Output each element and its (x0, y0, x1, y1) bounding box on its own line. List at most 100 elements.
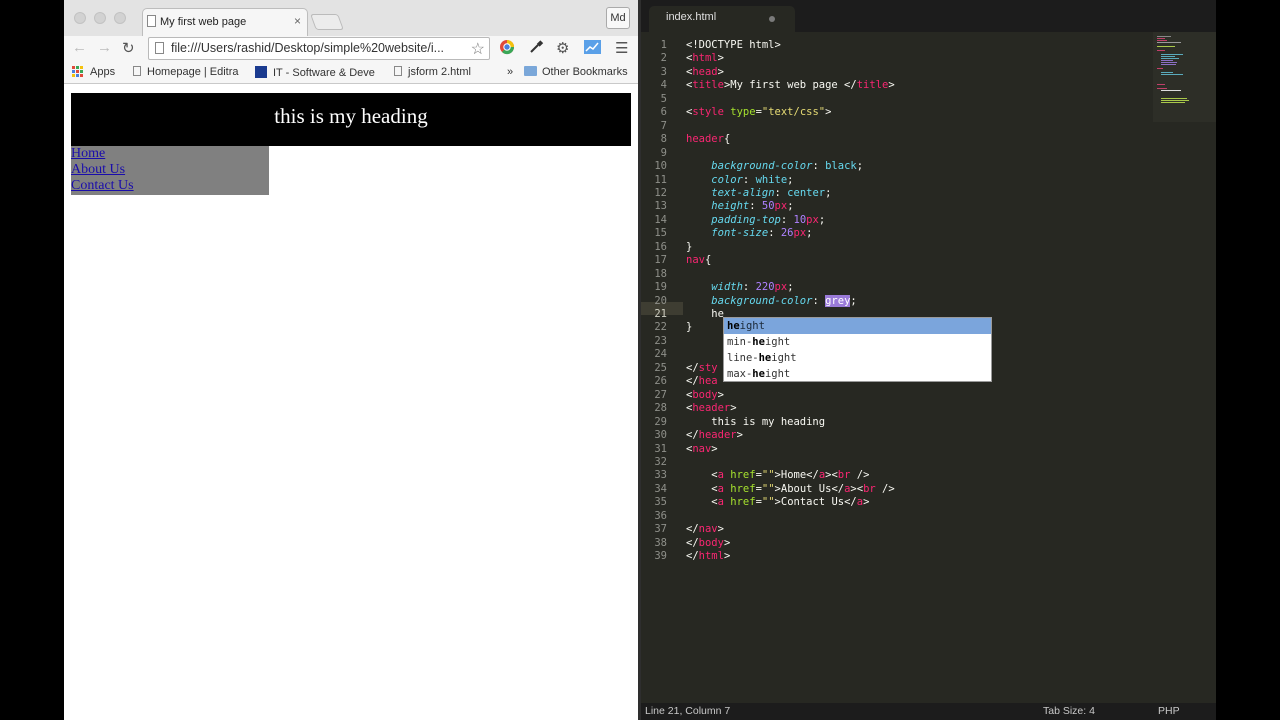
line-number: 28 (654, 402, 667, 415)
line-number: 33 (654, 469, 667, 482)
code-line[interactable]: <a href="">About Us</a><br /> (686, 483, 894, 495)
code-line[interactable]: } (686, 241, 692, 253)
code-line[interactable]: color: white; (686, 174, 793, 186)
code-line[interactable]: font-size: 26px; (686, 227, 812, 239)
page-heading: this is my heading (71, 93, 631, 146)
line-number: 8 (660, 133, 667, 146)
tab-close-icon[interactable]: × (294, 14, 301, 28)
line-number: 12 (654, 186, 667, 199)
minimize-window-button[interactable] (94, 12, 106, 24)
line-number: 14 (654, 213, 667, 226)
code-line[interactable]: background-color: grey; (686, 294, 857, 307)
line-number: 17 (654, 254, 667, 267)
line-number: 7 (660, 119, 667, 132)
nav-link-about-us[interactable]: About Us (71, 162, 269, 178)
line-number: 24 (654, 348, 667, 361)
syntax-selector[interactable]: PHP (1158, 705, 1180, 717)
editor-tab-name: index.html (666, 11, 717, 23)
code-line[interactable]: </nav> (686, 523, 724, 535)
nav-link-contact-us[interactable]: Contact Us (71, 178, 269, 194)
bookmark-homepage-editra[interactable]: Homepage | Editra (133, 66, 239, 78)
code-line[interactable]: <a href="">Home</a><br /> (686, 469, 869, 481)
code-line[interactable]: <style type="text/css"> (686, 106, 831, 118)
code-line[interactable]: this is my heading (686, 416, 825, 428)
bookmarks-overflow-button[interactable]: » (507, 66, 513, 78)
it-logo-icon (255, 66, 267, 78)
code-line[interactable]: text-align: center; (686, 187, 831, 199)
code-line[interactable]: </html> (686, 550, 730, 562)
code-line[interactable]: <header> (686, 402, 737, 414)
line-number: 36 (654, 509, 667, 522)
code-line[interactable]: nav{ (686, 254, 711, 266)
autocomplete-item[interactable]: line-height (724, 350, 991, 366)
line-number: 11 (654, 173, 667, 186)
code-line[interactable]: width: 220px; (686, 281, 793, 293)
profile-button[interactable]: Md (606, 7, 630, 29)
line-number: 25 (654, 361, 667, 374)
code-line[interactable]: </body> (686, 537, 730, 549)
bookmark-apps[interactable]: Apps (90, 66, 115, 78)
nav-link-home[interactable]: Home (71, 146, 269, 162)
web-page-content: this is my heading Home About Us Contact… (64, 85, 638, 720)
minimap[interactable] (1153, 32, 1216, 122)
code-line[interactable]: <html> (686, 52, 724, 64)
code-line[interactable]: padding-top: 10px; (686, 214, 825, 226)
autocomplete-popup: height min-height line-height max-height (723, 317, 992, 382)
autocomplete-item[interactable]: height (724, 318, 991, 334)
autocomplete-item[interactable]: min-height (724, 334, 991, 350)
close-window-button[interactable] (74, 12, 86, 24)
cursor-position[interactable]: Line 21, Column 7 (645, 705, 730, 717)
code-line[interactable]: background-color: black; (686, 160, 863, 172)
code-line[interactable]: <nav> (686, 443, 718, 455)
code-line[interactable]: <body> (686, 389, 724, 401)
code-line[interactable]: </hea (686, 375, 718, 387)
line-number: 29 (654, 415, 667, 428)
code-line[interactable]: </header> (686, 429, 743, 441)
line-number: 27 (654, 388, 667, 401)
code-editor: index.html 1 2 3 4 5 6 7 8 9 10 11 12 13 14 15 16 17 18 19… (641, 0, 1216, 720)
star-icon[interactable]: ☆ (471, 39, 485, 59)
chart-icon[interactable] (584, 39, 602, 59)
zoom-window-button[interactable] (114, 12, 126, 24)
forward-arrow-icon[interactable]: → (97, 39, 112, 56)
code-line[interactable]: <head> (686, 66, 724, 78)
bookmarks-bar: Apps Homepage | Editra IT - Software & D… (64, 62, 638, 84)
line-number: 16 (654, 240, 667, 253)
line-number: 31 (654, 442, 667, 455)
gear-icon[interactable]: ⚙ (556, 39, 569, 57)
back-arrow-icon[interactable]: ← (72, 39, 87, 56)
menu-icon[interactable]: ☰ (615, 39, 628, 57)
code-line[interactable]: } (686, 321, 692, 333)
new-tab-button[interactable] (310, 14, 344, 30)
line-number: 6 (660, 106, 667, 119)
line-number: 35 (654, 496, 667, 509)
code-line[interactable]: height: 50px; (686, 200, 793, 212)
code-line[interactable]: <title>My first web page </title> (686, 79, 895, 91)
line-number: 2 (660, 52, 667, 65)
chrome-extension-icon[interactable] (499, 39, 515, 59)
address-bar[interactable]: file:///Users/rashid/Desktop/simple%20we… (148, 37, 490, 60)
line-number: 30 (654, 429, 667, 442)
bookmark-jsform[interactable]: jsform 2.html (394, 66, 471, 78)
page-icon (133, 66, 141, 76)
reload-icon[interactable]: ↻ (122, 39, 135, 57)
line-number: 32 (654, 455, 667, 468)
code-line[interactable]: </sty (686, 362, 718, 374)
autocomplete-item[interactable]: max-height (724, 366, 991, 382)
bookmark-other[interactable]: Other Bookmarks (524, 66, 628, 78)
unsaved-dot-icon[interactable] (769, 16, 775, 22)
code-line[interactable]: header{ (686, 133, 730, 145)
browser-tab[interactable]: My first web page × (142, 8, 308, 36)
line-number: 20 (654, 294, 667, 307)
code-line[interactable]: he (686, 308, 724, 320)
editor-tab-bar: index.html (641, 0, 1216, 32)
line-number: 23 (654, 334, 667, 347)
code-line[interactable]: <a href="">Contact Us</a> (686, 496, 869, 508)
url-text[interactable]: file:///Users/rashid/Desktop/simple%20we… (171, 41, 444, 55)
code-line[interactable]: <!DOCTYPE html> (686, 39, 781, 51)
tab-size-selector[interactable]: Tab Size: 4 (1043, 705, 1095, 717)
line-number: 9 (660, 146, 667, 159)
eyedropper-icon[interactable] (528, 39, 544, 59)
bookmark-it-software[interactable]: IT - Software & Deve (255, 66, 375, 79)
editor-tab[interactable]: index.html (649, 6, 795, 32)
